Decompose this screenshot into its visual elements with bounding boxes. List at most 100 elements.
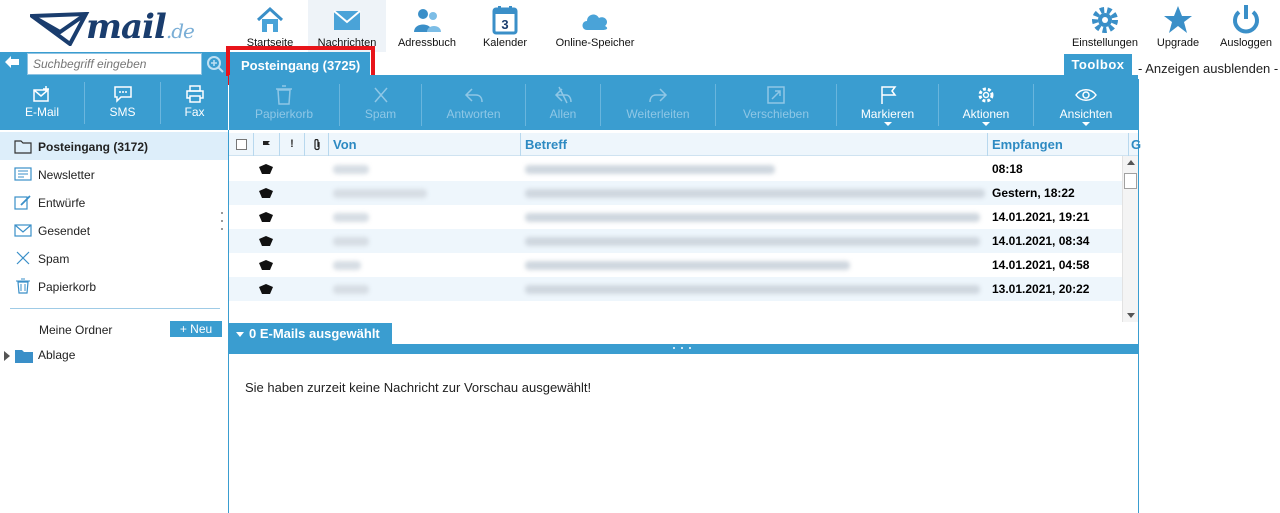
compose-fax-button[interactable]: Fax (161, 76, 228, 130)
table-row[interactable]: 08:18 (229, 157, 1122, 181)
actions-button[interactable]: Aktionen (939, 79, 1033, 130)
collapse-arrow-icon (236, 332, 244, 337)
compose-actions: E-Mail SMS Fax (0, 76, 228, 130)
envelope-icon (333, 10, 361, 30)
nav-ausloggen[interactable]: Ausloggen (1214, 0, 1278, 52)
nav-startseite[interactable]: Startseite (238, 0, 302, 52)
table-row[interactable]: 13.01.2021, 20:22 (229, 277, 1122, 301)
column-von[interactable]: Von (329, 133, 521, 156)
nav-upgrade[interactable]: Upgrade (1150, 0, 1206, 52)
compose-mail-icon (33, 86, 49, 102)
message-list-scrollbar[interactable] (1122, 156, 1138, 322)
inbox-folder-icon (14, 140, 32, 154)
folder-icon (15, 350, 33, 363)
reply-button[interactable]: Antworten (422, 79, 525, 130)
mark-button[interactable]: Markieren (837, 79, 938, 130)
compose-email-button[interactable]: E-Mail (0, 76, 84, 130)
scroll-down-icon[interactable] (1127, 313, 1135, 318)
read-envelope-icon (259, 260, 273, 270)
sidebar-item-spam[interactable]: Spam (0, 244, 228, 272)
table-row[interactable]: 14.01.2021, 04:58 (229, 253, 1122, 277)
search-icon[interactable] (206, 55, 224, 73)
gear-icon (978, 87, 994, 103)
read-envelope-icon (259, 188, 273, 198)
reply-all-button[interactable]: Allen (526, 79, 600, 130)
table-row[interactable]: 14.01.2021, 19:21 (229, 205, 1122, 229)
sidebar-item-newsletter[interactable]: Newsletter (0, 160, 228, 188)
scroll-thumb[interactable] (1124, 173, 1137, 189)
preview-empty-message: Sie haben zurzeit keine Nachricht zur Vo… (245, 380, 592, 395)
read-envelope-icon (259, 212, 273, 222)
attachment-column-icon[interactable] (305, 133, 329, 156)
reply-all-icon (554, 86, 572, 104)
sms-icon (113, 86, 132, 103)
priority-column-icon[interactable]: ! (280, 133, 305, 156)
gear-icon (1092, 7, 1118, 33)
sidebar-item-posteingang[interactable]: Posteingang (3172) (0, 132, 228, 160)
trash-icon (276, 85, 292, 105)
move-button[interactable]: Verschieben (716, 79, 836, 130)
message-toolbar: Papierkorb Spam Antworten Allen Weiterle… (229, 79, 1138, 130)
sidebar-item-ablage[interactable]: Ablage (0, 346, 228, 366)
select-all-checkbox[interactable] (229, 133, 254, 156)
scroll-up-icon[interactable] (1127, 160, 1135, 165)
cloud-icon (582, 14, 608, 30)
sidebar-item-gesendet[interactable]: Gesendet (0, 216, 228, 244)
chevron-down-icon (883, 122, 892, 126)
read-envelope-icon (259, 164, 273, 174)
resize-handle[interactable] (673, 347, 699, 350)
column-empfangen[interactable]: Empfangen (988, 133, 1129, 156)
new-folder-button[interactable]: + Neu (170, 321, 222, 337)
spam-icon (373, 87, 388, 103)
sent-icon (14, 224, 32, 237)
table-row[interactable]: Gestern, 18:22 (229, 181, 1122, 205)
resize-handle[interactable] (221, 212, 224, 236)
eye-icon (1075, 89, 1097, 101)
column-extra[interactable]: G (1129, 133, 1141, 156)
move-icon (767, 86, 785, 104)
nav-einstellungen[interactable]: Einstellungen (1070, 0, 1140, 52)
home-icon (256, 6, 284, 32)
read-envelope-icon (259, 284, 273, 294)
logo-envelope-icon (30, 12, 90, 46)
folder-sidebar: Posteingang (3172) Newsletter Entwürfe G… (0, 130, 228, 513)
my-folders-heading: Meine Ordner (39, 323, 113, 337)
back-arrow-icon[interactable] (2, 55, 22, 73)
nav-adressbuch[interactable]: Adressbuch (394, 0, 460, 52)
compose-sms-button[interactable]: SMS (85, 76, 160, 130)
chevron-down-icon (982, 122, 990, 126)
fax-icon (185, 85, 204, 103)
table-row[interactable]: 14.01.2021, 08:34 (229, 229, 1122, 253)
expand-arrow-icon[interactable] (4, 351, 10, 361)
nav-nachrichten[interactable]: Nachrichten (308, 0, 386, 52)
preview-tab[interactable]: 0 E-Mails ausgewählt (229, 323, 392, 344)
reply-icon (464, 88, 483, 103)
mail-de-logo[interactable]: mail.de (30, 6, 195, 47)
forward-button[interactable]: Weiterleiten (601, 79, 715, 130)
search-input[interactable] (27, 53, 202, 75)
toolbox-tab[interactable]: Toolbox (1064, 54, 1132, 75)
flag-column-icon[interactable] (254, 133, 280, 156)
sidebar-item-papierkorb[interactable]: Papierkorb (0, 272, 228, 300)
top-navigation: mail.de Startseite Nachrichten Adressbuc… (0, 0, 1280, 52)
power-icon (1233, 5, 1259, 34)
nav-kalender[interactable]: 3 Kalender (476, 0, 534, 52)
newsletter-icon (14, 167, 32, 181)
spam-icon (16, 251, 30, 265)
search-bar (0, 52, 228, 76)
contacts-icon (414, 9, 441, 32)
column-betreff[interactable]: Betreff (521, 133, 988, 156)
views-button[interactable]: Ansichten (1034, 79, 1138, 130)
logo-text: mail.de (86, 7, 195, 47)
sidebar-item-entwuerfe[interactable]: Entwürfe (0, 188, 228, 216)
star-icon (1164, 6, 1192, 33)
hide-ads-link[interactable]: - Anzeigen ausblenden - (1138, 61, 1278, 76)
message-list-header: ! Von Betreff Empfangen G (229, 133, 1141, 156)
forward-icon (649, 88, 668, 103)
calendar-icon: 3 (492, 6, 518, 35)
drafts-icon (14, 195, 31, 210)
nav-online-speicher[interactable]: Online-Speicher (552, 0, 638, 52)
trash-icon (16, 278, 30, 294)
trash-button[interactable]: Papierkorb (229, 79, 339, 130)
spam-button[interactable]: Spam (340, 79, 421, 130)
